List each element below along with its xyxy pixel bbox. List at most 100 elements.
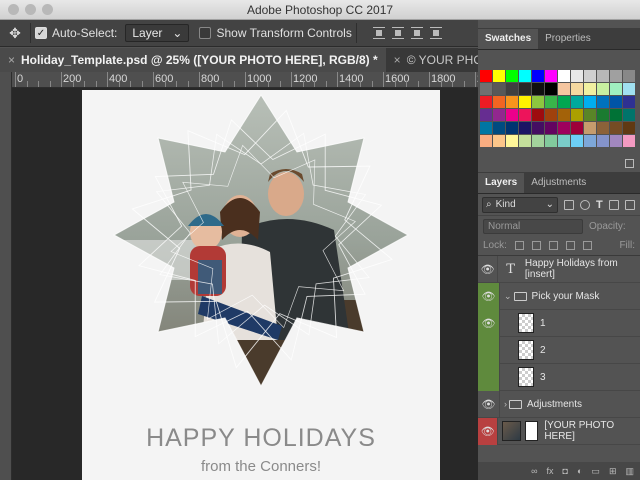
show-transform-checkbox[interactable] <box>199 27 212 39</box>
align-left-icon[interactable] <box>429 27 442 39</box>
color-swatch[interactable] <box>571 96 583 108</box>
mask-icon[interactable]: ◘ <box>563 466 568 476</box>
canvas-area[interactable]: HAPPY HOLIDAYS from the Conners! <box>12 88 478 480</box>
color-swatch[interactable] <box>584 96 596 108</box>
color-swatch[interactable] <box>597 122 609 134</box>
color-swatch[interactable] <box>623 96 635 108</box>
tab-holiday-template[interactable]: × Holiday_Template.psd @ 25% ([YOUR PHOT… <box>0 48 386 72</box>
visibility-eye-icon[interactable]: 👁 <box>478 309 500 337</box>
color-swatch[interactable] <box>506 135 518 147</box>
color-swatch[interactable] <box>480 83 492 95</box>
color-swatch[interactable] <box>597 109 609 121</box>
layer-kind-filter[interactable]: ⌕ Kind ⌄ <box>482 196 558 213</box>
color-swatch[interactable] <box>519 70 531 82</box>
color-swatch[interactable] <box>532 135 544 147</box>
layer-row-mask-1[interactable]: 👁 1 <box>478 309 640 337</box>
color-swatch[interactable] <box>558 96 570 108</box>
visibility-toggle[interactable] <box>478 363 500 391</box>
layer-row-mask-2[interactable]: 2 <box>478 336 640 364</box>
align-middle-icon[interactable] <box>391 27 404 39</box>
filter-pixel-icon[interactable] <box>564 199 574 210</box>
color-swatch[interactable] <box>519 122 531 134</box>
color-swatch[interactable] <box>493 109 505 121</box>
close-window-button[interactable] <box>8 4 19 15</box>
visibility-eye-icon[interactable]: 👁 <box>478 417 499 445</box>
link-icon[interactable]: ∞ <box>531 466 537 476</box>
color-swatch[interactable] <box>558 122 570 134</box>
color-swatch[interactable] <box>493 96 505 108</box>
visibility-toggle[interactable] <box>478 336 500 364</box>
visibility-eye-icon[interactable]: 👁 <box>478 255 499 283</box>
color-swatch[interactable] <box>558 70 570 82</box>
color-swatch[interactable] <box>480 122 492 134</box>
color-swatch[interactable] <box>571 109 583 121</box>
color-swatch[interactable] <box>584 135 596 147</box>
layer-row-group-mask[interactable]: 👁 ⌄ Pick your Mask <box>478 282 640 310</box>
color-swatch[interactable] <box>532 83 544 95</box>
color-swatch[interactable] <box>506 109 518 121</box>
color-swatch[interactable] <box>571 70 583 82</box>
color-swatch[interactable] <box>519 96 531 108</box>
color-swatch[interactable] <box>480 70 492 82</box>
color-swatch[interactable] <box>493 83 505 95</box>
color-swatch[interactable] <box>558 83 570 95</box>
color-swatch[interactable] <box>545 135 557 147</box>
lock-artboard-icon[interactable] <box>565 241 575 250</box>
close-tab-icon[interactable]: × <box>8 53 15 67</box>
color-swatch[interactable] <box>545 70 557 82</box>
auto-select-target-dropdown[interactable]: Layer ⌄ <box>125 24 190 42</box>
new-layer-icon[interactable]: ⊞ <box>609 466 617 477</box>
color-swatch[interactable] <box>519 135 531 147</box>
minimize-window-button[interactable] <box>25 4 36 15</box>
visibility-eye-icon[interactable]: 👁 <box>478 282 500 310</box>
layer-row-text[interactable]: 👁 T Happy Holidays from [insert] <box>478 255 640 283</box>
move-tool-icon[interactable]: ✥ <box>4 22 26 44</box>
color-swatch[interactable] <box>506 83 518 95</box>
color-swatch[interactable] <box>610 83 622 95</box>
lock-transparent-icon[interactable] <box>514 241 524 250</box>
adjustment-icon[interactable]: ◐ <box>577 466 582 476</box>
lock-pixels-icon[interactable] <box>531 241 541 250</box>
color-swatch[interactable] <box>506 70 518 82</box>
color-swatch[interactable] <box>610 109 622 121</box>
window-controls[interactable] <box>8 4 53 15</box>
color-swatch[interactable] <box>623 122 635 134</box>
color-swatch[interactable] <box>571 83 583 95</box>
new-swatch-icon[interactable] <box>625 159 634 168</box>
color-swatch[interactable] <box>558 135 570 147</box>
color-swatch[interactable] <box>571 122 583 134</box>
chevron-down-icon[interactable]: ⌄ <box>504 291 512 302</box>
color-swatch[interactable] <box>506 122 518 134</box>
color-swatch[interactable] <box>532 96 544 108</box>
folder-icon[interactable]: ▭ <box>591 466 600 477</box>
color-swatch[interactable] <box>545 122 557 134</box>
color-swatch[interactable] <box>480 96 492 108</box>
fx-icon[interactable]: fx <box>547 466 554 476</box>
tab-layers[interactable]: Layers <box>478 173 525 193</box>
filter-smart-object-icon[interactable] <box>624 199 635 210</box>
color-swatch[interactable] <box>532 70 544 82</box>
color-swatch[interactable] <box>558 109 570 121</box>
visibility-eye-icon[interactable]: 👁 <box>478 390 500 418</box>
layer-row-mask-3[interactable]: 3 <box>478 363 640 391</box>
color-swatch[interactable] <box>597 70 609 82</box>
color-swatch[interactable] <box>545 83 557 95</box>
color-swatch[interactable] <box>597 135 609 147</box>
tab-properties[interactable]: Properties <box>538 29 598 49</box>
layer-row-adjustments[interactable]: 👁 › Adjustments <box>478 390 640 418</box>
color-swatch[interactable] <box>597 83 609 95</box>
color-swatch[interactable] <box>610 122 622 134</box>
color-swatch[interactable] <box>532 122 544 134</box>
document-canvas[interactable]: HAPPY HOLIDAYS from the Conners! <box>82 90 440 480</box>
trash-icon[interactable]: ▥ <box>625 466 634 477</box>
color-swatch[interactable] <box>493 122 505 134</box>
align-top-icon[interactable] <box>372 27 385 39</box>
color-swatch[interactable] <box>623 135 635 147</box>
filter-shape-icon[interactable] <box>608 199 619 210</box>
lock-all-icon[interactable] <box>582 241 592 250</box>
color-swatch[interactable] <box>623 109 635 121</box>
color-swatch[interactable] <box>506 96 518 108</box>
zoom-window-button[interactable] <box>42 4 53 15</box>
filter-type-icon[interactable]: T <box>596 199 603 211</box>
color-swatch[interactable] <box>584 70 596 82</box>
